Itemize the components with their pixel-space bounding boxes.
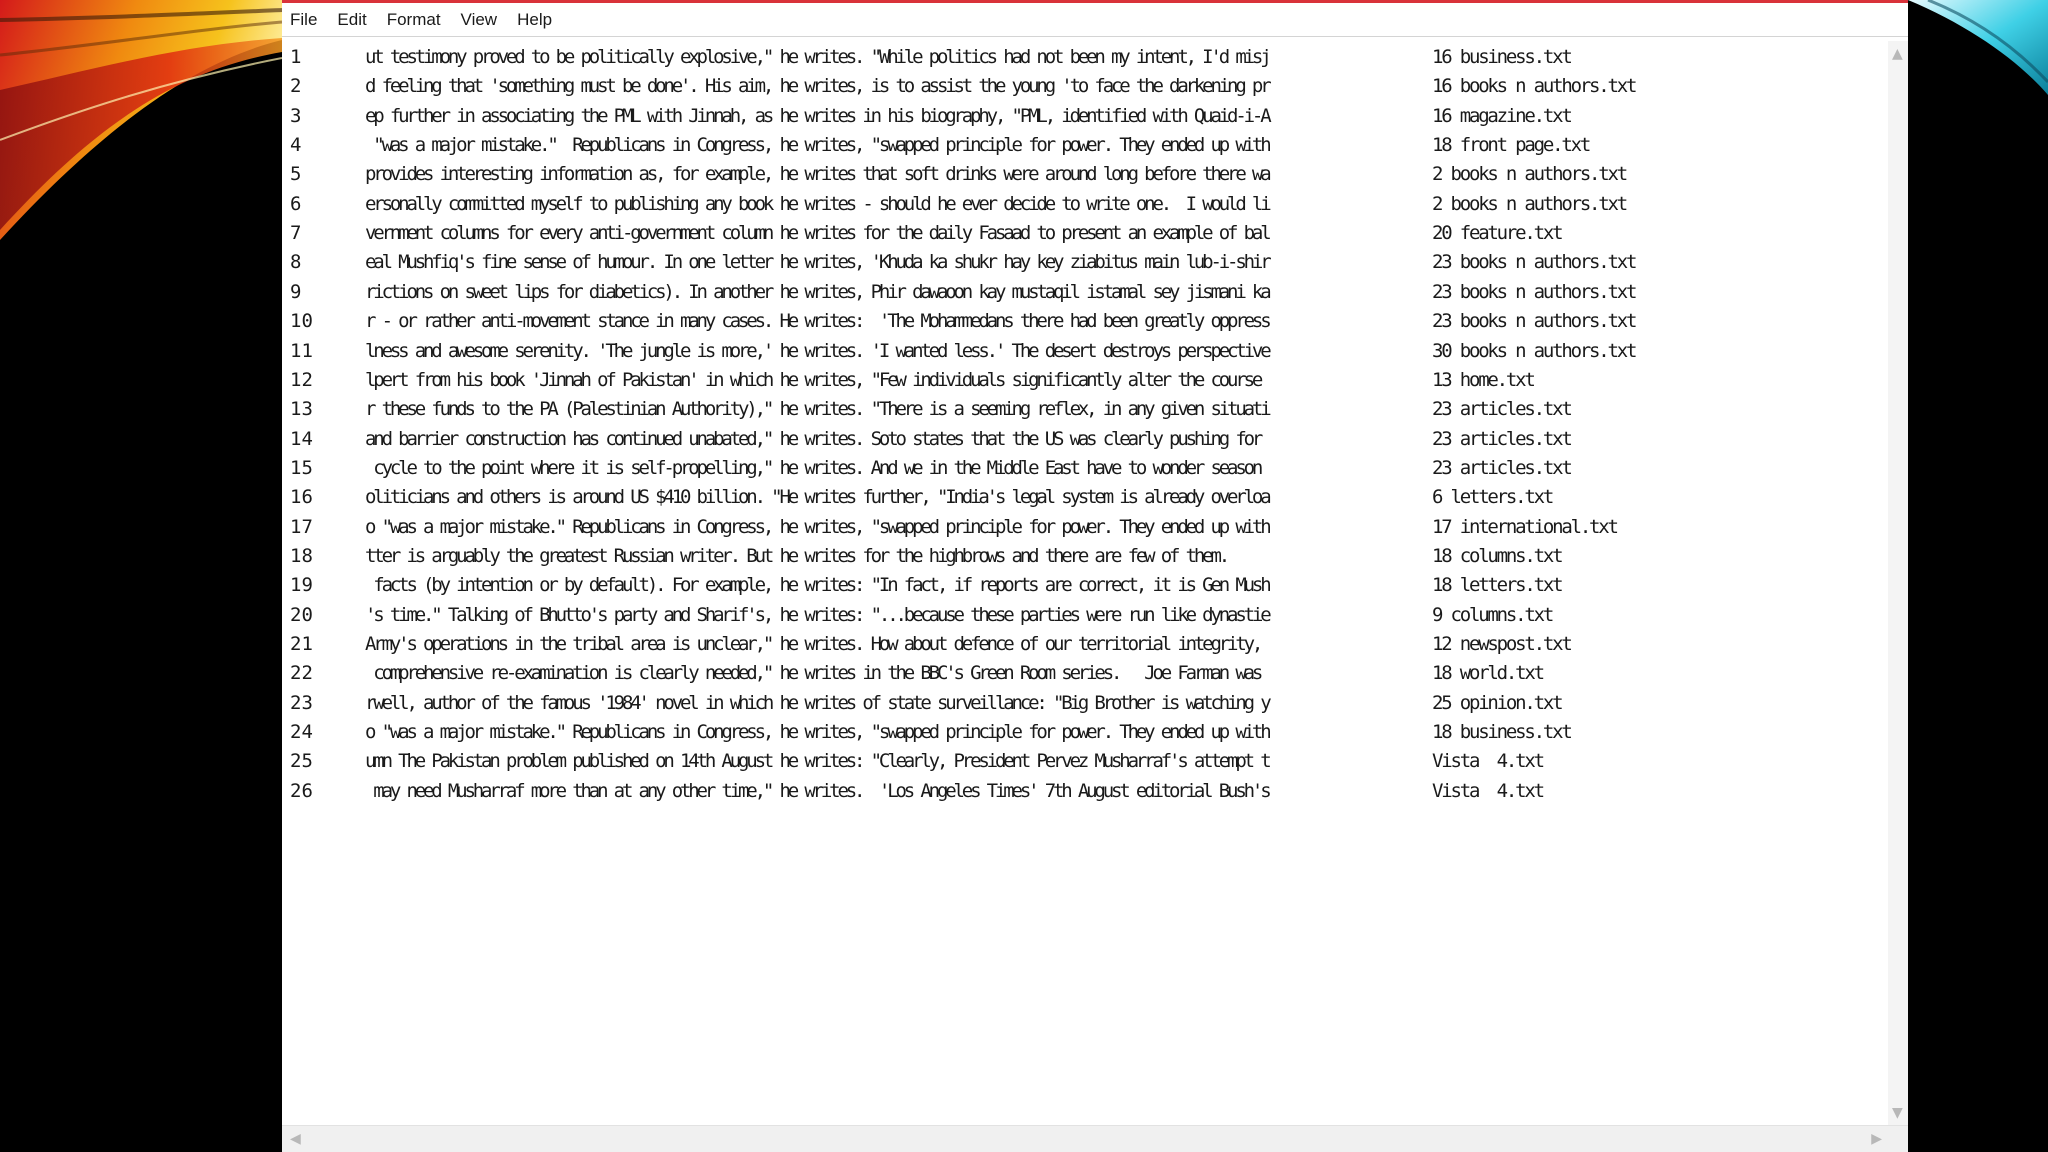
line-number: 21	[290, 633, 313, 655]
source-file: 16 books n authors.txt	[1432, 75, 1637, 98]
concordance-line[interactable]: 3 ep further in associating the PML with …	[282, 102, 1887, 131]
source-file: 2 books n authors.txt	[1432, 192, 1628, 215]
line-number: 13	[290, 398, 313, 421]
concordance-line[interactable]: 26 may need Musharraf more than at any o…	[282, 777, 1887, 806]
line-number: 8	[290, 251, 302, 274]
chevron-up-icon[interactable]: ▲	[1892, 47, 1903, 61]
source-file: 16 magazine.txt	[1432, 104, 1573, 127]
line-number: 26	[290, 779, 313, 802]
text-editor-area[interactable]: 1 ut testimony proved to be politically e…	[282, 41, 1887, 1126]
concordance-line[interactable]: 23 rwell, author of the famous '1984' nov…	[282, 689, 1887, 718]
source-file: 12 newspost.txt	[1432, 633, 1573, 655]
source-file: 18 business.txt	[1432, 721, 1573, 744]
menu-format[interactable]: Format	[385, 8, 443, 32]
concordance-line[interactable]: 8 eal Mushfiq's fine sense of humour. In …	[282, 248, 1887, 277]
concordance-line[interactable]: 15 cycle to the point where it is self-p…	[282, 454, 1887, 483]
line-number: 18	[290, 544, 313, 567]
line-number: 10	[290, 310, 313, 333]
line-number: 22	[290, 662, 313, 685]
concordance-line[interactable]: 16 oliticians and others is around US $41…	[282, 483, 1887, 512]
source-file: 23 books n authors.txt	[1432, 251, 1637, 274]
source-file: 18 columns.txt	[1432, 544, 1564, 567]
source-file: 30 books n authors.txt	[1432, 339, 1637, 362]
source-file: Vista 4.txt	[1432, 750, 1545, 773]
line-number: 7	[290, 222, 302, 245]
menu-view[interactable]: View	[459, 8, 500, 32]
source-file: 18 world.txt	[1432, 662, 1545, 685]
line-number: 14	[290, 427, 313, 450]
line-number: 12	[290, 368, 313, 391]
concordance-line[interactable]: 10 r - or rather anti-movement stance in …	[282, 307, 1887, 336]
concordance-line[interactable]: 6 ersonally committed myself to publishin…	[282, 190, 1887, 219]
concordance-line[interactable]: 7 vernment columns for every anti-governm…	[282, 219, 1887, 248]
source-file: 2 books n authors.txt	[1432, 163, 1628, 186]
menu-help[interactable]: Help	[515, 8, 554, 32]
source-file: 23 articles.txt	[1432, 398, 1573, 421]
source-file: 6 letters.txt	[1432, 486, 1554, 509]
concordance-line[interactable]: 9 rictions on sweet lips for diabetics). …	[282, 278, 1887, 307]
concordance-line[interactable]: 11 lness and awesome serenity. 'The jungl…	[282, 337, 1887, 366]
source-file: 23 articles.txt	[1432, 427, 1573, 450]
vertical-scrollbar[interactable]: ▲ ▼	[1888, 41, 1908, 1126]
line-number: 23	[290, 691, 313, 714]
concordance-line[interactable]: 20's time." Talking of Bhutto's party an…	[282, 601, 1887, 630]
chevron-down-icon[interactable]: ▼	[1892, 1106, 1903, 1120]
concordance-line[interactable]: 1 ut testimony proved to be politically e…	[282, 43, 1887, 72]
concordance-line[interactable]: 17 o "was a major mistake." Republicans i…	[282, 513, 1887, 542]
line-number: 17	[290, 515, 313, 538]
line-number: 3	[290, 104, 302, 127]
concordance-line[interactable]: 19 facts (by intention or by default). F…	[282, 571, 1887, 600]
horizontal-scrollbar[interactable]: ◀ ▶	[282, 1125, 1908, 1152]
concordance-line[interactable]: 24 o "was a major mistake." Republicans i…	[282, 718, 1887, 747]
source-file: 25 opinion.txt	[1432, 691, 1564, 714]
line-number: 1	[290, 46, 302, 68]
source-file: 23 books n authors.txt	[1432, 310, 1637, 333]
line-number: 2	[290, 75, 302, 98]
line-number: 24	[290, 721, 313, 744]
presentation-slide: File Edit Format View Help 1 ut testimony…	[0, 0, 2048, 1152]
concordance-line[interactable]: 14 and barrier construction has continued…	[282, 425, 1887, 454]
source-file: 20 feature.txt	[1432, 222, 1564, 245]
line-number: 25	[290, 750, 313, 773]
concordance-line[interactable]: 13 r these funds to the PA (Palestinian A…	[282, 395, 1887, 424]
chevron-left-icon[interactable]: ◀	[290, 1132, 301, 1146]
menu-bar: File Edit Format View Help	[282, 3, 1908, 37]
source-file: 16 business.txt	[1432, 46, 1573, 68]
concordance-line[interactable]: 12 lpert from his book 'Jinnah of Pakista…	[282, 366, 1887, 395]
source-file: 18 letters.txt	[1432, 574, 1564, 597]
concordance-line[interactable]: 2d feeling that 'something must be done'…	[282, 72, 1887, 101]
chevron-right-icon[interactable]: ▶	[1871, 1132, 1882, 1146]
menu-file[interactable]: File	[288, 8, 319, 32]
source-file: 18 front page.txt	[1432, 134, 1591, 157]
line-number: 11	[290, 339, 313, 362]
menu-edit[interactable]: Edit	[335, 8, 368, 32]
line-number: 4	[290, 134, 302, 157]
source-file: Vista 4.txt	[1432, 779, 1545, 802]
line-number: 6	[290, 192, 302, 215]
line-number: 9	[290, 280, 302, 303]
notepad-window: File Edit Format View Help 1 ut testimony…	[282, 0, 1908, 1152]
concordance-line[interactable]: 4 "was a major mistake." Republicans in …	[282, 131, 1887, 160]
decorative-swoosh-right	[1908, 0, 2048, 95]
concordance-line[interactable]: 21 Army's operations in the tribal area i…	[282, 630, 1887, 659]
line-number: 20	[290, 603, 313, 626]
source-file: 23 books n authors.txt	[1432, 280, 1637, 303]
concordance-line[interactable]: 22 comprehensive re-examination is clear…	[282, 659, 1887, 688]
line-number: 19	[290, 574, 313, 597]
line-number: 15	[290, 456, 313, 479]
concordance-line[interactable]: 18 tter is arguably the greatest Russian …	[282, 542, 1887, 571]
line-number: 5	[290, 163, 302, 186]
concordance-line[interactable]: 25 umn The Pakistan problem published on …	[282, 747, 1887, 776]
line-number: 16	[290, 486, 313, 509]
source-file: 17 international.txt	[1432, 515, 1619, 538]
concordance-line[interactable]: 5 provides interesting information as, fo…	[282, 160, 1887, 189]
source-file: 13 home.txt	[1432, 368, 1536, 391]
source-file: 9 columns.txt	[1432, 603, 1554, 626]
decorative-swoosh-left	[0, 0, 282, 240]
source-file: 23 articles.txt	[1432, 456, 1573, 479]
